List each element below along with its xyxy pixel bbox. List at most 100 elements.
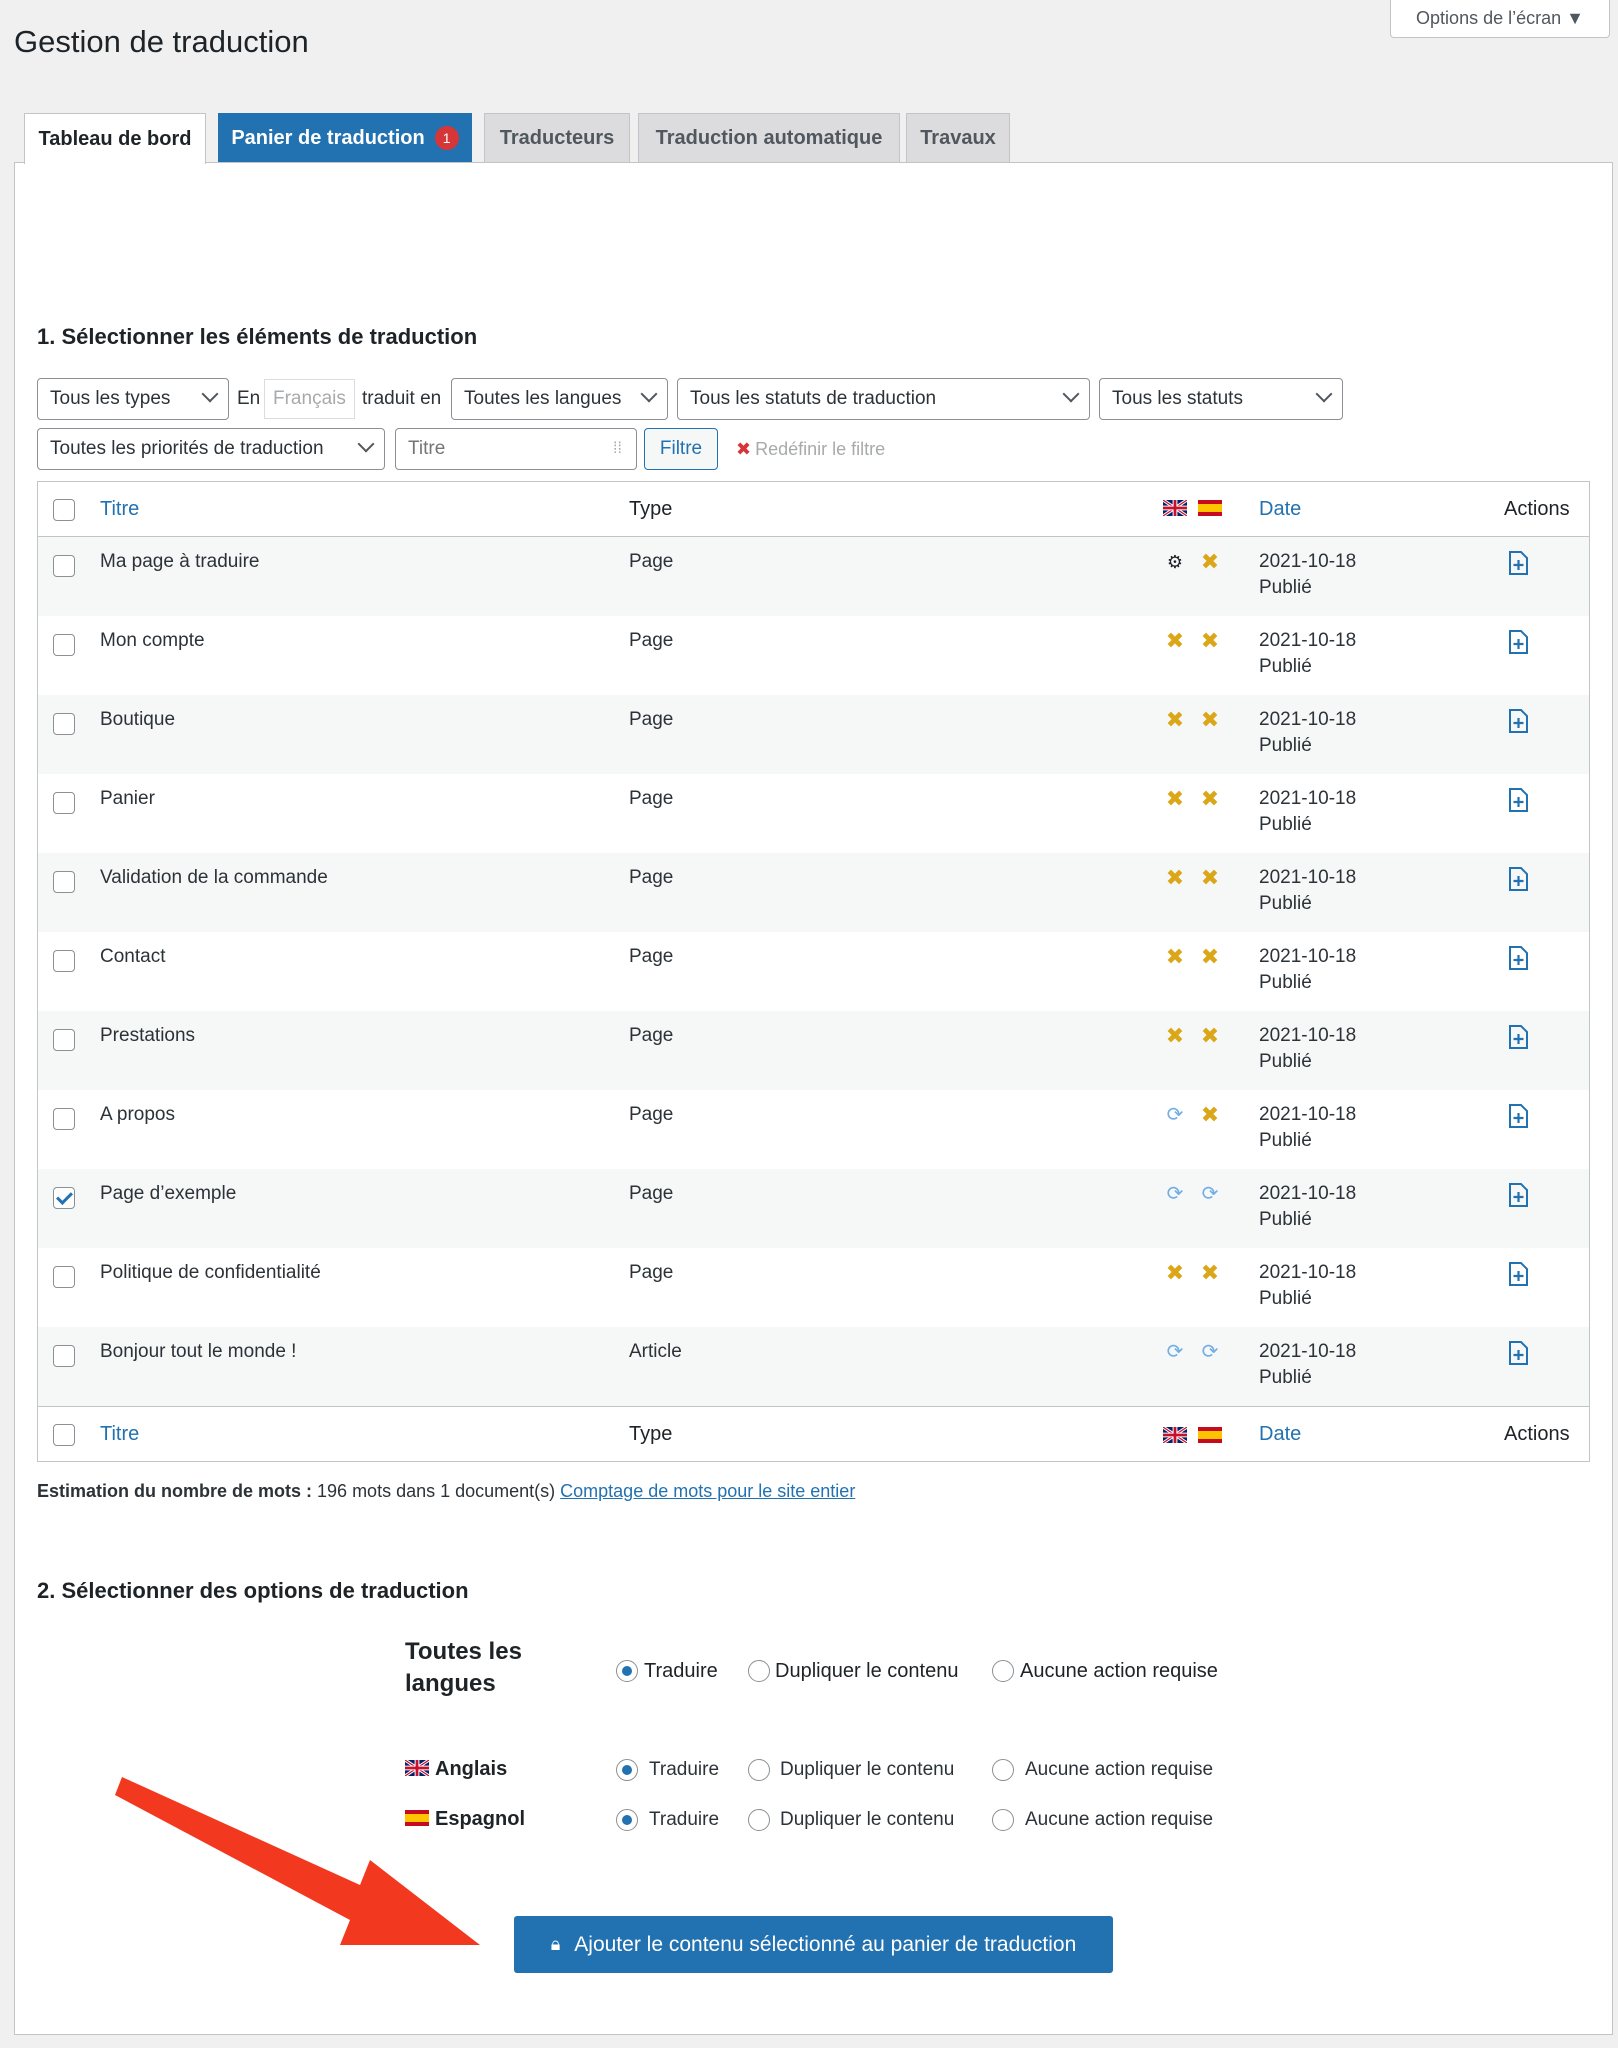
tab-automatic-translation[interactable]: Traduction automatique (638, 113, 900, 162)
row-title: Validation de la commande (100, 867, 328, 888)
row-status: Publié (1259, 735, 1312, 756)
site-word-count-link[interactable]: Comptage de mots pour le site entier (560, 1481, 855, 1501)
translation-status-select[interactable]: Tous les statuts de traduction (677, 378, 1090, 420)
needs-update-icon[interactable]: ⟳ (1163, 1182, 1187, 1206)
add-to-basket-icon[interactable] (1506, 1261, 1530, 1287)
row-title: Politique de confidentialité (100, 1262, 321, 1283)
sort-title-link[interactable]: Titre (100, 482, 139, 537)
not-translated-icon[interactable]: ✖ (1163, 629, 1187, 653)
filter-button[interactable]: Filtre (644, 428, 718, 470)
table-row: Validation de la commande Page ✖ ✖ 2021-10-1… (38, 853, 1589, 932)
row-checkbox[interactable] (53, 792, 75, 814)
row-checkbox[interactable] (53, 871, 75, 893)
title-search-input[interactable] (395, 428, 637, 470)
row-checkbox[interactable] (53, 555, 75, 577)
add-to-basket-icon[interactable] (1506, 708, 1530, 734)
all-duplicate-label: Dupliquer le contenu (775, 1660, 959, 1682)
annotation-arrow (115, 1777, 480, 1945)
select-all-checkbox-footer[interactable] (53, 1424, 75, 1446)
add-to-basket-icon[interactable] (1506, 787, 1530, 813)
not-translated-icon[interactable]: ✖ (1198, 945, 1222, 969)
row-checkbox[interactable] (53, 634, 75, 656)
row-title: Mon compte (100, 630, 205, 651)
tab-dashboard[interactable]: Tableau de bord (24, 113, 206, 164)
row-checkbox[interactable] (53, 1029, 75, 1051)
add-to-basket-button[interactable]: 🔒︎ Ajouter le contenu sélectionné au pan… (514, 1916, 1113, 1973)
not-translated-icon[interactable]: ✖ (1198, 866, 1222, 890)
spanish-translate-radio[interactable] (616, 1809, 638, 1831)
needs-update-icon[interactable]: ⟳ (1198, 1182, 1222, 1206)
row-type: Article (629, 1341, 682, 1362)
row-date: 2021-10-18 (1259, 709, 1357, 730)
not-translated-icon[interactable]: ✖ (1198, 787, 1222, 811)
add-to-basket-icon[interactable] (1506, 945, 1530, 971)
english-translate-radio[interactable] (616, 1759, 638, 1781)
not-translated-icon[interactable]: ✖ (1198, 629, 1222, 653)
all-translate-radio[interactable] (616, 1660, 638, 1682)
row-date: 2021-10-18 (1259, 867, 1357, 888)
needs-update-icon[interactable]: ⟳ (1198, 1340, 1222, 1364)
tab-translation-basket[interactable]: Panier de traduction 1 (218, 113, 472, 162)
reset-filter-link[interactable]: ✖ Redéfinir le filtre (736, 428, 885, 470)
row-checkbox[interactable] (53, 1345, 75, 1367)
priority-select[interactable]: Toutes les priorités de traduction (37, 428, 385, 470)
not-translated-icon[interactable]: ✖ (1198, 1103, 1222, 1127)
needs-update-icon[interactable]: ⟳ (1163, 1103, 1187, 1127)
spanish-no-action-radio[interactable] (992, 1809, 1014, 1831)
row-checkbox[interactable] (53, 713, 75, 735)
not-translated-icon[interactable]: ✖ (1163, 945, 1187, 969)
tab-label: Panier de traduction (231, 126, 425, 149)
add-to-basket-icon[interactable] (1506, 629, 1530, 655)
types-select[interactable]: Tous les types (37, 378, 229, 420)
not-translated-icon[interactable]: ✖ (1198, 1261, 1222, 1285)
row-checkbox[interactable] (53, 950, 75, 972)
spain-flag-icon (1198, 500, 1222, 516)
add-to-basket-icon[interactable] (1506, 1182, 1530, 1208)
sort-date-link-footer[interactable]: Date (1259, 1407, 1301, 1462)
not-translated-icon[interactable]: ✖ (1163, 1261, 1187, 1285)
add-to-basket-icon[interactable] (1506, 1024, 1530, 1050)
row-status: Publié (1259, 972, 1312, 993)
sort-title-link-footer[interactable]: Titre (100, 1407, 139, 1462)
all-duplicate-radio[interactable] (748, 1660, 770, 1682)
tab-jobs[interactable]: Travaux (906, 113, 1010, 162)
not-translated-icon[interactable]: ✖ (1198, 708, 1222, 732)
page-title: Gestion de traduction (14, 24, 309, 59)
row-checkbox[interactable] (53, 1108, 75, 1130)
row-date: 2021-10-18 (1259, 1262, 1357, 1283)
tab-translators[interactable]: Traducteurs (484, 113, 630, 162)
languages-select[interactable]: Toutes les langues (451, 378, 668, 420)
table-footer: Titre Type Date Actions (38, 1406, 1589, 1461)
row-type: Page (629, 1262, 674, 1283)
row-date: 2021-10-18 (1259, 1183, 1357, 1204)
select-all-checkbox[interactable] (53, 499, 75, 521)
english-duplicate-radio[interactable] (748, 1759, 770, 1781)
row-checkbox[interactable] (53, 1266, 75, 1288)
needs-update-icon[interactable]: ⟳ (1163, 1340, 1187, 1364)
not-translated-icon[interactable]: ✖ (1163, 1024, 1187, 1048)
row-status: Publié (1259, 656, 1312, 677)
in-progress-icon[interactable]: ⚙ (1163, 550, 1187, 574)
not-translated-icon[interactable]: ✖ (1163, 866, 1187, 890)
not-translated-icon[interactable]: ✖ (1163, 787, 1187, 811)
add-to-basket-icon[interactable] (1506, 1340, 1530, 1366)
row-checkbox[interactable] (53, 1187, 75, 1209)
row-type: Page (629, 867, 674, 888)
tab-label: Traducteurs (499, 126, 615, 149)
add-to-basket-icon[interactable] (1506, 1103, 1530, 1129)
not-translated-icon[interactable]: ✖ (1163, 708, 1187, 732)
all-no-action-radio[interactable] (992, 1660, 1014, 1682)
not-translated-icon[interactable]: ✖ (1198, 550, 1222, 574)
status-select[interactable]: Tous les statuts (1099, 378, 1343, 420)
not-translated-icon[interactable]: ✖ (1198, 1024, 1222, 1048)
screen-options-button[interactable]: Options de l’écran ▼ (1390, 0, 1610, 38)
spanish-duplicate-radio[interactable] (748, 1809, 770, 1831)
sort-date-link[interactable]: Date (1259, 482, 1301, 537)
english-duplicate-label: Dupliquer le contenu (780, 1759, 955, 1780)
all-no-action-label: Aucune action requise (1020, 1660, 1218, 1682)
row-type: Page (629, 788, 674, 809)
row-title: Boutique (100, 709, 176, 730)
add-to-basket-icon[interactable] (1506, 550, 1530, 576)
add-to-basket-icon[interactable] (1506, 866, 1530, 892)
english-no-action-radio[interactable] (992, 1759, 1014, 1781)
